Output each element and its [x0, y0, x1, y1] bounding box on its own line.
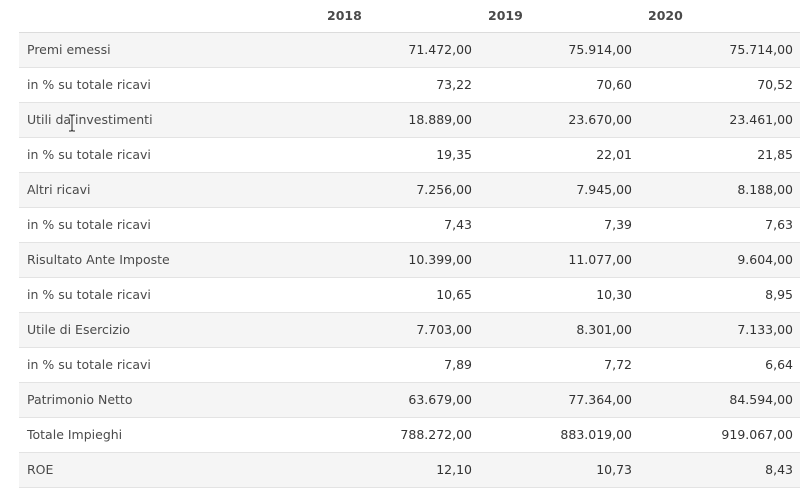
financial-table: 2018 2019 2020 Premi emessi 71.472,00 75.9… [19, 0, 800, 488]
row-label: Premi emessi [27, 42, 111, 57]
row-value-2019: 10,30 [596, 287, 632, 302]
row-value-2019: 23.670,00 [568, 112, 632, 127]
row-value-2020: 23.461,00 [729, 112, 793, 127]
row-label: in % su totale ricavi [27, 217, 151, 232]
row-value-2019: 10,73 [596, 462, 632, 477]
row-value-2020: 8.188,00 [737, 182, 793, 197]
row-value-2019: 77.364,00 [568, 392, 632, 407]
row-value-2020: 7,63 [765, 217, 793, 232]
row-value-2019: 70,60 [596, 77, 632, 92]
row-value-2020: 8,95 [765, 287, 793, 302]
row-value-2018: 7,89 [444, 357, 472, 372]
row-label: ROE [27, 462, 54, 477]
row-value-2018: 73,22 [436, 77, 472, 92]
row-label: Utile di Esercizio [27, 322, 131, 337]
row-label: Utili da investimenti [27, 112, 153, 127]
table-row: Utile di Esercizio 7.703,00 8.301,00 7.133,… [19, 313, 800, 348]
row-value-2018: 7.256,00 [416, 182, 472, 197]
table-row: Risultato Ante Imposte 10.399,00 11.077,00… [19, 243, 800, 278]
row-value-2020: 7.133,00 [737, 322, 793, 337]
table-row: in % su totale ricavi 7,43 7,39 7,63 [19, 208, 800, 243]
row-label: Patrimonio Netto [27, 392, 133, 407]
table-row: Utili da investimenti 18.889,00 23.670,00 2… [19, 103, 800, 138]
table-row: Patrimonio Netto 63.679,00 77.364,00 84.594… [19, 383, 800, 418]
row-label: in % su totale ricavi [27, 357, 151, 372]
row-value-2018: 10,65 [436, 287, 472, 302]
row-label: in % su totale ricavi [27, 77, 151, 92]
row-value-2019: 8.301,00 [576, 322, 632, 337]
table-row: Altri ricavi 7.256,00 7.945,00 8.188,00 [19, 173, 800, 208]
table-row: in % su totale ricavi 73,22 70,60 70,52 [19, 68, 800, 103]
row-value-2020: 70,52 [757, 77, 793, 92]
row-value-2018: 12,10 [436, 462, 472, 477]
column-header-2018: 2018 [327, 8, 362, 23]
row-value-2018: 63.679,00 [408, 392, 472, 407]
column-header-2020: 2020 [648, 8, 683, 23]
row-value-2020: 8,43 [765, 462, 793, 477]
row-label: Altri ricavi [27, 182, 91, 197]
text-cursor-icon [69, 114, 75, 132]
row-label: in % su totale ricavi [27, 287, 151, 302]
row-value-2019: 22,01 [596, 147, 632, 162]
table-row: Totale Impieghi 788.272,00 883.019,00 919.0… [19, 418, 800, 453]
row-value-2018: 7,43 [444, 217, 472, 232]
row-value-2019: 11.077,00 [568, 252, 632, 267]
row-value-2018: 18.889,00 [408, 112, 472, 127]
row-label: Totale Impieghi [27, 427, 123, 442]
table-row: Premi emessi 71.472,00 75.914,00 75.714,00 [19, 33, 800, 68]
row-value-2020: 75.714,00 [729, 42, 793, 57]
row-value-2019: 7,39 [604, 217, 632, 232]
table-row: ROE 12,10 10,73 8,43 [19, 453, 800, 488]
row-value-2020: 84.594,00 [729, 392, 793, 407]
row-value-2018: 10.399,00 [408, 252, 472, 267]
row-value-2018: 788.272,00 [400, 427, 472, 442]
table-row: in % su totale ricavi 7,89 7,72 6,64 [19, 348, 800, 383]
row-value-2019: 7.945,00 [576, 182, 632, 197]
row-value-2018: 7.703,00 [416, 322, 472, 337]
row-label: Risultato Ante Imposte [27, 252, 170, 267]
row-value-2020: 9.604,00 [737, 252, 793, 267]
table-row: in % su totale ricavi 10,65 10,30 8,95 [19, 278, 800, 313]
table-body: Premi emessi 71.472,00 75.914,00 75.714,00 i… [19, 33, 800, 488]
row-value-2019: 75.914,00 [568, 42, 632, 57]
table-header-row: 2018 2019 2020 [19, 0, 800, 33]
table-row: in % su totale ricavi 19,35 22,01 21,85 [19, 138, 800, 173]
row-value-2018: 19,35 [436, 147, 472, 162]
row-value-2020: 919.067,00 [721, 427, 793, 442]
row-value-2019: 883.019,00 [560, 427, 632, 442]
row-value-2020: 21,85 [757, 147, 793, 162]
row-value-2018: 71.472,00 [408, 42, 472, 57]
row-label: in % su totale ricavi [27, 147, 151, 162]
row-value-2019: 7,72 [604, 357, 632, 372]
row-value-2020: 6,64 [765, 357, 793, 372]
column-header-2019: 2019 [488, 8, 523, 23]
